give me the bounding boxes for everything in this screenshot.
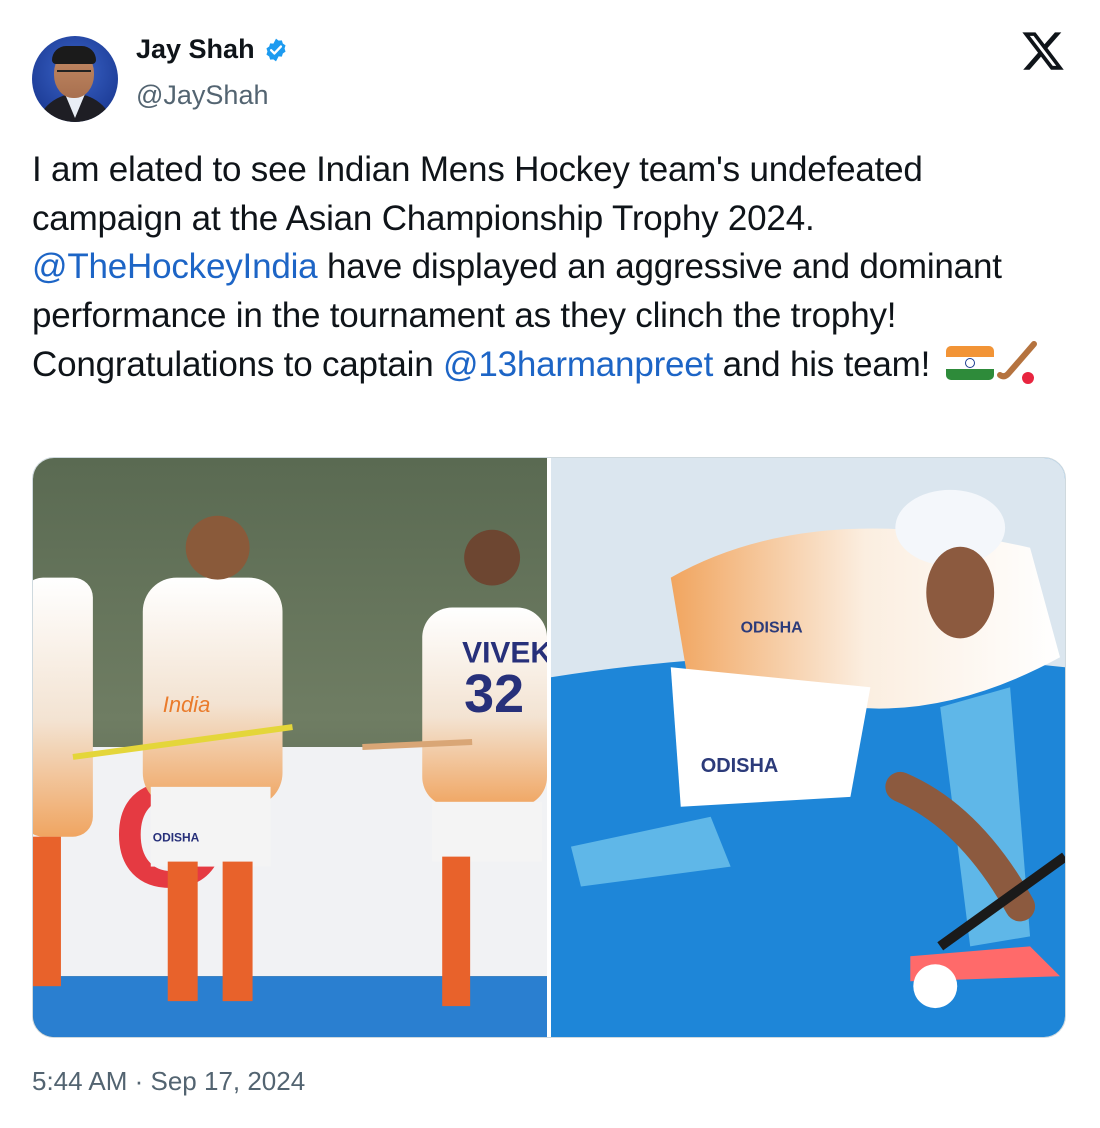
timestamp[interactable]: 5:44 AM · Sep 17, 2024	[32, 1066, 305, 1097]
team-celebration-photo[interactable]: O VIVEK 32 India ODISHA	[33, 458, 547, 1037]
tweet-text-part: I am elated to see Indian Mens Hockey te…	[32, 150, 923, 238]
svg-text:ODISHA: ODISHA	[701, 755, 779, 777]
svg-text:ODISHA: ODISHA	[741, 619, 804, 636]
svg-text:India: India	[163, 692, 211, 717]
author-handle[interactable]: @JayShah	[136, 80, 268, 111]
player-action-photo[interactable]: ODISHA ODISHA	[551, 458, 1065, 1037]
india-flag-icon	[945, 346, 994, 380]
mention-13harmanpreet[interactable]: @13harmanpreet	[443, 345, 713, 384]
author-name-row[interactable]: Jay Shah	[136, 34, 289, 65]
media-grid[interactable]: O VIVEK 32 India ODISHA	[32, 457, 1066, 1038]
x-logo-icon[interactable]	[1020, 28, 1066, 74]
verified-badge-icon	[266, 38, 286, 61]
svg-text:ODISHA: ODISHA	[153, 831, 200, 845]
avatar[interactable]	[32, 36, 118, 122]
tweet-text: I am elated to see Indian Mens Hockey te…	[32, 146, 1072, 390]
field-hockey-icon	[996, 341, 1037, 384]
svg-text:32: 32	[464, 664, 524, 724]
tweet-text-part: and his team!	[713, 345, 931, 384]
mention-thehockeyindia[interactable]: @TheHockeyIndia	[32, 247, 318, 286]
author-name[interactable]: Jay Shah	[136, 34, 255, 65]
